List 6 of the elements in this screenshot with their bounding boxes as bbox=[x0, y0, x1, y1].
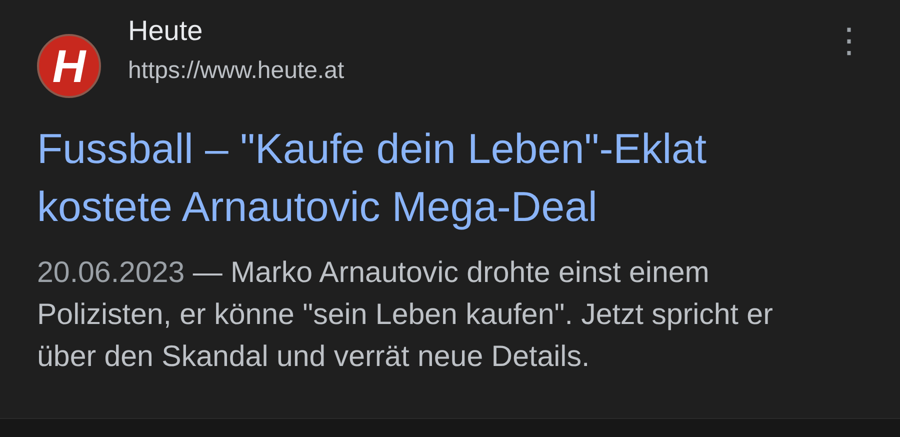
site-url: https://www.heute.at bbox=[128, 56, 346, 86]
site-name: Heute bbox=[128, 14, 204, 48]
site-logo: H bbox=[37, 34, 101, 98]
result-title-link[interactable]: Fussball – "Kaufe dein Leben"-Eklat kostete Arnautovic Mega-Deal bbox=[37, 120, 707, 236]
result-snippet: 20.06.2023 — Marko Arnautovic drohte einst einem Polizisten, er könne "sein Leben kaufen". Jetzt spricht er über den Skandal und verrät neue Details. bbox=[37, 255, 774, 375]
more-options-button[interactable]: ⋮ bbox=[828, 14, 870, 58]
